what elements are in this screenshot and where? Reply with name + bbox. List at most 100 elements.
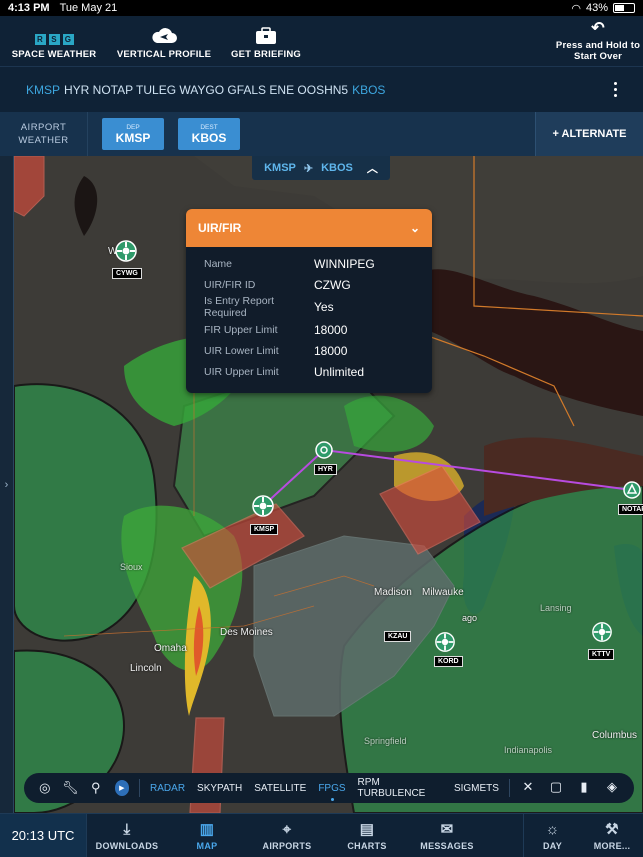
sidebar-expand-handle[interactable]: › — [0, 156, 14, 813]
chevron-down-icon[interactable]: ⌄ — [410, 221, 420, 235]
space-weather-button[interactable]: RSG SPACE WEATHER — [0, 16, 108, 66]
layers-icon[interactable]: ◈ — [598, 779, 626, 797]
layer-rpm-turbulence[interactable]: RPM TURBULENCE — [352, 777, 448, 799]
route-chip-from: KMSP — [264, 162, 296, 174]
target-icon[interactable]: ◎ — [32, 780, 58, 796]
top-toolbar: RSG SPACE WEATHER VERTICAL PROFILE GET B… — [0, 16, 643, 66]
play-icon[interactable]: ▶ — [114, 780, 130, 796]
more-options-icon[interactable] — [614, 82, 617, 97]
map-label-sioux: Sioux — [120, 562, 143, 572]
map-icon: ▥ — [199, 821, 215, 838]
bookmark-icon[interactable]: ▮ — [570, 779, 598, 797]
map-label-omaha: Omaha — [154, 643, 187, 654]
wifi-icon: ◠ — [571, 2, 581, 15]
reset-label: Press and Hold to Start Over — [555, 40, 641, 62]
route-chip-to: KBOS — [321, 162, 353, 174]
map-label-lincoln: Lincoln — [130, 663, 162, 674]
chevron-up-icon[interactable]: ︿ — [367, 160, 378, 176]
airport-label-kttv: KTTV — [588, 649, 615, 660]
add-alternate-button[interactable]: + ALTERNATE — [535, 112, 643, 156]
airport-kord-icon[interactable] — [434, 631, 456, 653]
tab-charts[interactable]: ▤ CHARTS — [327, 814, 407, 857]
sun-icon: ☼ — [545, 820, 560, 838]
get-briefing-label: GET BRIEFING — [231, 49, 301, 60]
battery-percent: 43% — [585, 2, 608, 14]
airport-label-kmsp: KMSP — [250, 524, 279, 535]
tab-day-mode[interactable]: ☼ DAY — [523, 814, 581, 857]
map-label-milwaukee: Milwauke — [422, 587, 464, 598]
center-label-kzau: KZAU — [384, 631, 412, 642]
popup-header[interactable]: UIR/FIR ⌄ — [186, 209, 432, 247]
layer-skypath[interactable]: SKYPATH — [191, 783, 248, 794]
airport-label-kord: KORD — [434, 656, 463, 667]
chevron-right-icon: › — [4, 478, 9, 491]
status-date: Tue May 21 — [59, 2, 118, 14]
get-briefing-button[interactable]: GET BRIEFING — [220, 16, 312, 66]
tab-map[interactable]: ▥ MAP — [167, 814, 247, 857]
airport-weather-bar: AIRPORT WEATHER DEP KMSP DEST KBOS + ALT… — [0, 112, 643, 156]
table-row: UIR Upper Limit Unlimited — [204, 364, 365, 379]
airport-cywg-icon[interactable] — [114, 239, 138, 263]
download-icon: ⤓ — [123, 820, 131, 838]
tab-messages[interactable]: ✉ MESSAGES — [407, 814, 487, 857]
map-label-chicago: ago — [462, 613, 478, 623]
map-label-lansing: Lansing — [540, 603, 572, 613]
airport-kttv-icon[interactable] — [591, 621, 613, 643]
rsg-icon: RSG — [34, 34, 74, 45]
envelope-icon: ✉ — [440, 821, 454, 838]
table-row: FIR Upper Limit 18000 — [204, 322, 348, 337]
destination-airport-button[interactable]: DEST KBOS — [178, 118, 240, 150]
table-row: UIR Lower Limit 18000 — [204, 343, 348, 358]
bottom-tab-bar: 20:13 UTC ⤓ DOWNLOADS ▥ MAP ⌖ AIRPORTS ▤… — [0, 813, 643, 857]
table-row: Name WINNIPEG — [204, 256, 375, 271]
status-right: ◠ 43% — [571, 2, 635, 15]
route-destination[interactable]: KBOS — [352, 83, 385, 97]
route-departure[interactable]: KMSP — [26, 83, 60, 97]
waypoint-hyr-icon[interactable] — [314, 440, 334, 460]
layer-radar[interactable]: RADAR — [144, 783, 191, 794]
departure-airport-button[interactable]: DEP KMSP — [102, 118, 164, 150]
airport-kmsp-icon[interactable] — [251, 494, 275, 518]
charts-icon: ▤ — [359, 821, 375, 838]
map-label-indianapolis: Indianapolis — [504, 745, 553, 755]
plane-icon: ✈ — [303, 162, 314, 175]
tab-downloads[interactable]: ⤓ DOWNLOADS — [87, 814, 167, 857]
route-bar[interactable]: KMSP HYR NOTAP TULEG WAYGO GFALS ENE OOS… — [0, 66, 643, 112]
reset-button[interactable]: ↶ Press and Hold to Start Over — [553, 16, 643, 66]
layer-satellite[interactable]: SATELLITE — [248, 783, 312, 794]
route-summary-chip[interactable]: KMSP ✈ KBOS ︿ — [252, 156, 390, 180]
table-row: UIR/FIR ID CZWG — [204, 277, 351, 292]
tab-more[interactable]: ⚒ MORE... — [581, 814, 643, 857]
fir-info-popup: UIR/FIR ⌄ Name WINNIPEG UIR/FIR ID CZWG Is… — [186, 209, 432, 393]
map-label-columbus: Columbus — [592, 730, 638, 741]
undo-icon: ↶ — [591, 20, 605, 37]
briefcase-icon — [256, 27, 276, 44]
map-label-springfield: Springfield — [364, 736, 407, 746]
layer-fpgs[interactable]: FPGS — [312, 783, 351, 801]
cloud-plane-icon — [152, 28, 177, 43]
route-waypoints: HYR NOTAP TULEG WAYGO GFALS ENE OOSHN5 — [64, 82, 349, 97]
waypoint-label-notap: NOTAP — [618, 504, 643, 515]
waypoint-label-hyr: HYR — [314, 464, 337, 475]
airport-weather-label: AIRPORT WEATHER — [0, 112, 88, 156]
table-row: Is Entry Report Required Yes — [204, 295, 334, 319]
status-time: 4:13 PM — [8, 2, 50, 14]
utc-clock: 20:13 UTC — [0, 814, 87, 857]
airport-label-cywg: CYWG — [112, 268, 142, 279]
map-layer-toolbar: ◎ 🔧︎ ⚲ ▶ RADAR SKYPATH SATELLITE FPGS RP… — [24, 773, 634, 803]
tab-airports[interactable]: ⌖ AIRPORTS — [247, 814, 327, 857]
drone-icon[interactable]: ✕ — [514, 779, 542, 797]
vertical-profile-button[interactable]: VERTICAL PROFILE — [108, 16, 220, 66]
popup-details-table: Name WINNIPEG UIR/FIR ID CZWG Is Entry Rep… — [186, 253, 432, 382]
map-label-madison: Madison — [374, 587, 412, 598]
wrench-icon[interactable]: 🔧︎ — [58, 780, 84, 796]
popup-title: UIR/FIR — [198, 221, 242, 235]
map-label-des-moines: Des Moines — [220, 627, 273, 638]
search-icon[interactable]: ⚲ — [83, 780, 109, 796]
vertical-profile-label: VERTICAL PROFILE — [116, 49, 212, 60]
tools-icon: ⚒ — [605, 821, 619, 838]
overlay-icon[interactable]: ▢ — [542, 779, 570, 797]
status-bar: 4:13 PM Tue May 21 ◠ 43% — [0, 0, 643, 16]
waypoint-notap-icon[interactable] — [622, 480, 642, 500]
layer-sigmets[interactable]: SIGMETS — [448, 783, 505, 794]
